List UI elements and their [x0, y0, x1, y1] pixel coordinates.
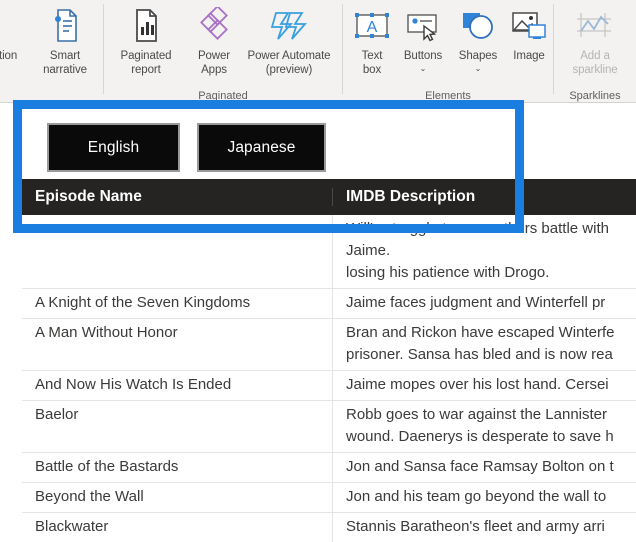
- ribbon-item-label: Text box: [361, 50, 383, 76]
- cell-imdb-description: Jaime faces judgment and Winterfell pr: [346, 294, 606, 311]
- chevron-down-icon[interactable]: ⌄: [395, 64, 451, 73]
- ribbon-item-power-apps[interactable]: Power Apps: [187, 4, 241, 77]
- svg-text:A: A: [367, 19, 378, 36]
- table-row[interactable]: Will's struggle to warn others battle wi…: [22, 215, 636, 289]
- cell-imdb-description: Bran and Rickon have escaped Winterfe pr…: [346, 324, 615, 363]
- cell-imdb-description: Jaime mopes over his lost hand. Cersei: [346, 376, 609, 393]
- screenshot-root: sition Smart narrative: [0, 0, 636, 542]
- table-header-row: Episode Name IMDB Description: [22, 179, 636, 215]
- cell-imdb-description: Jon and Sansa face Ramsay Bolton on t: [346, 458, 614, 475]
- smart-narrative-icon: [32, 4, 98, 48]
- ribbon-item-text-box[interactable]: A Text box: [349, 4, 395, 77]
- cell-imdb-description: Robb goes to war against the Lannister w…: [346, 406, 614, 445]
- language-button-strip: English Japanese: [22, 111, 528, 176]
- power-automate-icon: [239, 4, 339, 48]
- table-row[interactable]: Baelor Robb goes to war against the Lanni…: [22, 401, 636, 453]
- cell-imdb-description: Stannis Baratheon's fleet and army arri: [346, 518, 605, 535]
- cell-imdb-description: Will's struggle to warn others battle wi…: [346, 220, 609, 281]
- ribbon-item-label: Paginated report: [120, 50, 172, 76]
- ribbon-item-shapes[interactable]: Shapes ⌄: [451, 4, 505, 73]
- table-row[interactable]: Blackwater Stannis Baratheon's fleet and …: [22, 513, 636, 542]
- cell-episode-name: Baelor: [22, 401, 333, 452]
- ribbon-item-label: sition: [0, 50, 18, 62]
- ribbon-item-add-a-sparkline[interactable]: Add a sparkline: [559, 4, 631, 77]
- cell-episode-name: A Man Without Honor: [22, 319, 333, 370]
- cell-episode-name: Beyond the Wall: [22, 483, 333, 512]
- ribbon-item-label: Buttons: [403, 50, 443, 62]
- ribbon-toolbar: sition Smart narrative: [0, 0, 636, 103]
- ribbon-item-label: Smart narrative: [43, 50, 87, 76]
- ribbon-item-label: Add a sparkline: [572, 50, 618, 76]
- cell-episode-name: And Now His Watch Is Ended: [22, 371, 333, 400]
- cell-episode-name: [22, 215, 333, 288]
- table-body: Will's struggle to warn others battle wi…: [22, 215, 636, 542]
- ribbon-group-paginated: Paginated report Power Apps Power Automa…: [104, 0, 342, 102]
- ribbon-item-image[interactable]: Image: [505, 4, 553, 64]
- text-box-icon: A: [349, 4, 395, 48]
- ribbon-item-label: Power Automate (preview): [247, 50, 331, 76]
- ribbon-group-label: Sparklines: [569, 90, 621, 102]
- chevron-down-icon[interactable]: ⌄: [451, 64, 505, 73]
- ribbon-item-smart-narrative[interactable]: Smart narrative: [32, 4, 98, 77]
- ribbon-group-label: Paginated: [198, 90, 248, 102]
- buttons-icon: [395, 4, 451, 48]
- ribbon-group-sparklines: Add a sparkline Sparklines: [554, 0, 636, 102]
- paginated-report-icon: [107, 4, 185, 48]
- english-button[interactable]: English: [47, 123, 180, 172]
- ribbon-item-label: Power Apps: [197, 50, 231, 76]
- cell-imdb-description: Jon and his team go beyond the wall to: [346, 488, 607, 505]
- column-header-imdb-description[interactable]: IMDB Description: [333, 188, 636, 206]
- episode-table: Episode Name IMDB Description Will's str…: [22, 179, 636, 542]
- image-icon: [505, 4, 553, 48]
- sparkline-icon: [559, 4, 631, 48]
- ribbon-item-paginated-report[interactable]: Paginated report: [107, 4, 185, 77]
- power-apps-icon: [187, 4, 241, 48]
- ribbon-group-ai-visuals: sition Smart narrative: [0, 0, 103, 102]
- ribbon-item-label: Shapes: [458, 50, 498, 62]
- table-row[interactable]: And Now His Watch Is Ended Jaime mopes ov…: [22, 371, 636, 401]
- table-row[interactable]: A Man Without Honor Bran and Rickon have …: [22, 319, 636, 371]
- shapes-icon: [451, 4, 505, 48]
- column-header-episode-name[interactable]: Episode Name: [22, 188, 333, 206]
- table-row[interactable]: A Knight of the Seven Kingdoms Jaime face…: [22, 289, 636, 319]
- cell-episode-name: Blackwater: [22, 513, 333, 542]
- ribbon-item-power-automate[interactable]: Power Automate (preview): [239, 4, 339, 77]
- japanese-button[interactable]: Japanese: [197, 123, 326, 172]
- ribbon-group-elements: A Text box Buttons ⌄ Shapes ⌄ Image Elem…: [343, 0, 553, 102]
- table-row[interactable]: Beyond the Wall Jon and his team go beyon…: [22, 483, 636, 513]
- table-row[interactable]: Battle of the Bastards Jon and Sansa face…: [22, 453, 636, 483]
- cell-episode-name: Battle of the Bastards: [22, 453, 333, 482]
- decomposition-tree-icon: [0, 4, 30, 48]
- cell-episode-name: A Knight of the Seven Kingdoms: [22, 289, 333, 318]
- ribbon-item-decomposition-tree[interactable]: sition: [0, 4, 30, 64]
- ribbon-item-buttons[interactable]: Buttons ⌄: [395, 4, 451, 73]
- ribbon-group-label: Elements: [425, 90, 471, 102]
- ribbon-item-label: Image: [513, 50, 545, 62]
- report-canvas: English Japanese Episode Name IMDB Descr…: [0, 103, 636, 542]
